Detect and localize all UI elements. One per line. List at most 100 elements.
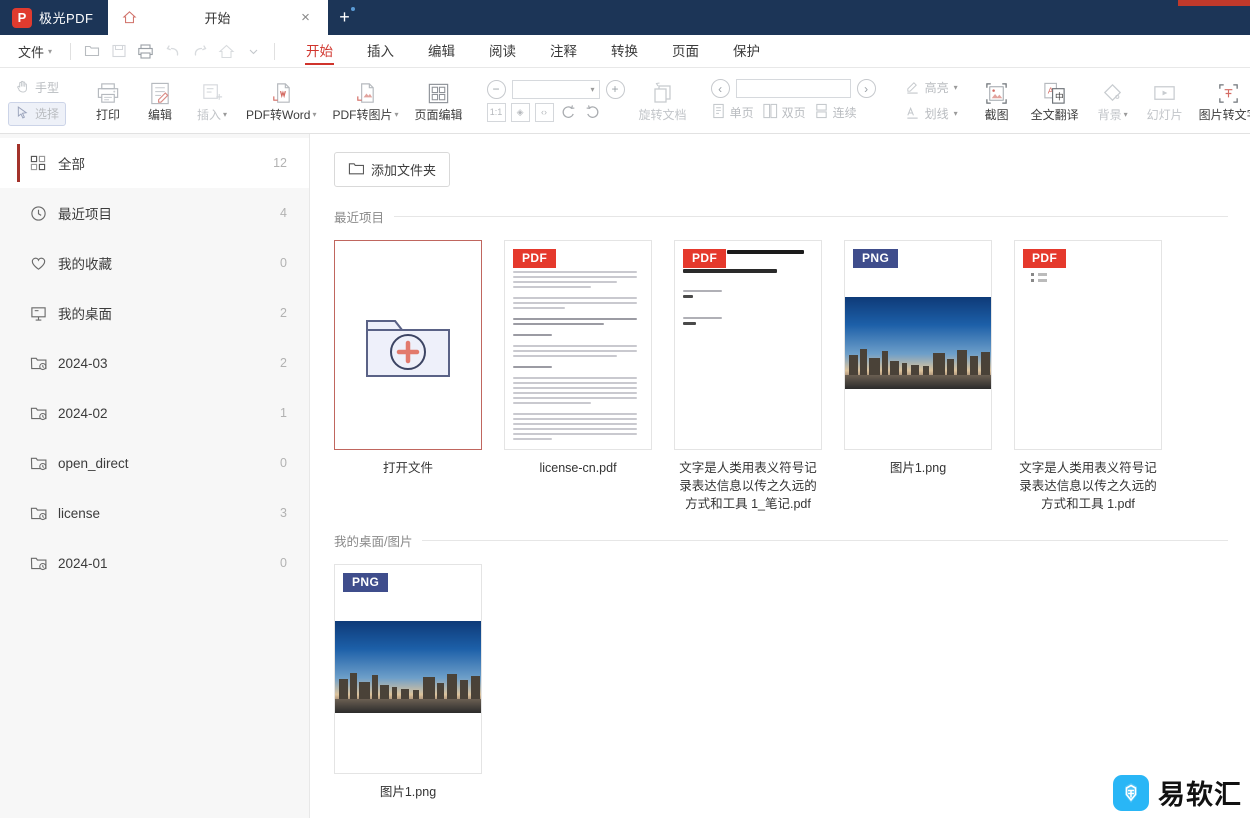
edit-button[interactable]: 编辑 (134, 76, 186, 125)
tab-编辑[interactable]: 编辑 (411, 35, 472, 68)
select-tool-button[interactable]: 选择 (8, 101, 67, 126)
sidebar-item-all[interactable]: 全部 12 (0, 138, 309, 188)
tab-页面[interactable]: 页面 (655, 35, 716, 68)
actual-size-button[interactable]: 1:1 (486, 102, 506, 122)
tab-注释[interactable]: 注释 (533, 35, 594, 68)
print-icon[interactable] (133, 39, 158, 64)
screenshot-button[interactable]: 截图 (971, 76, 1023, 125)
background-button[interactable]: 背景 ▾ (1087, 76, 1139, 125)
sidebar-item-open-direct[interactable]: open_direct 0 (0, 438, 309, 488)
tab-转换[interactable]: 转换 (594, 35, 655, 68)
rotate-document-icon (650, 80, 676, 106)
window-controls-accent (1178, 0, 1250, 6)
next-page-button[interactable]: › (856, 79, 876, 98)
slideshow-button[interactable]: 幻灯片 (1139, 76, 1191, 125)
svg-text:中: 中 (1055, 90, 1064, 101)
hand-tool-button[interactable]: 手型 (8, 76, 66, 100)
sidebar: 全部 12 最近项目 4 我的收藏 0 我的桌面 2 2024-03 2 202… (0, 134, 310, 818)
page-edit-button[interactable]: 页面编辑 (407, 76, 471, 125)
document-preview (513, 271, 643, 449)
image-preview (335, 621, 481, 714)
underline-tool-button[interactable]: 划线 ▾ (898, 102, 965, 126)
add-folder-button[interactable]: 添加文件夹 (334, 152, 451, 187)
card-license-cn-pdf[interactable]: PDF license-cn.pdf (504, 240, 652, 513)
zoom-input[interactable]: ▾ (511, 79, 600, 99)
grid-icon (30, 155, 58, 171)
card-image-png[interactable]: PNG 图片1.png (844, 240, 992, 513)
new-tab-button[interactable]: + (328, 0, 362, 35)
insert-button[interactable]: 插入 ▾ (186, 76, 238, 125)
file-type-badge: PNG (853, 249, 899, 268)
underline-label: 划线 (924, 107, 949, 121)
tab-插入[interactable]: 插入 (350, 35, 411, 68)
chevron-down-icon[interactable] (241, 39, 266, 64)
file-menu-button[interactable]: 文件 ▾ (0, 42, 66, 61)
sidebar-item-2024-02[interactable]: 2024-02 1 (0, 388, 309, 438)
sidebar-item-label: license (58, 505, 101, 521)
full-translate-button[interactable]: A中 全文翻译 (1023, 76, 1087, 125)
sidebar-item-count: 3 (280, 506, 287, 520)
card-open-file[interactable]: 打开文件 (334, 240, 482, 513)
highlight-tool-button[interactable]: 高亮 ▾ (898, 76, 965, 100)
sidebar-item-count: 0 (280, 256, 287, 270)
print-button[interactable]: 打印 (82, 76, 134, 125)
card-title: 文字是人类用表义符号记录表达信息以传之久远的方式和工具 1_笔记.pdf (679, 461, 817, 512)
rotate-right-icon[interactable] (583, 103, 602, 122)
sidebar-item-favorites[interactable]: 我的收藏 0 (0, 238, 309, 288)
tab-开始[interactable]: 开始 (289, 35, 350, 68)
card-thumbnail: PDF (504, 240, 652, 450)
double-page-mode-button[interactable]: 双页 (762, 103, 806, 122)
app-logo: P (12, 7, 32, 28)
tab-阅读[interactable]: 阅读 (472, 35, 533, 68)
prev-page-button[interactable]: ‹ (710, 79, 730, 98)
rotate-document-button[interactable]: 旋转文档 (631, 68, 695, 133)
slideshow-label: 幻灯片 (1146, 108, 1183, 122)
card-thumbnail (334, 240, 482, 450)
fit-page-button[interactable]: ◈ (510, 102, 530, 122)
ribbon-toolbar: 手型 选择 打印 编辑 插入 ▾ PDF转Word ▾ PDF转图片 ▾ 页面编… (0, 68, 1250, 134)
open-icon[interactable] (79, 39, 104, 64)
card-note-pdf[interactable]: PDF 文字是人类用表义符号记录表达信息以传之久远的方式和工具 1_笔记.pdf (674, 240, 822, 513)
continuous-mode-button[interactable]: 连续 (814, 103, 857, 122)
folder-icon (348, 161, 365, 179)
chevron-down-icon: ▾ (953, 109, 958, 118)
new-tab-dot (350, 7, 355, 11)
card-image-png-desktop[interactable]: PNG 图片1.png (334, 564, 482, 801)
watermark: 易软汇 (1113, 773, 1242, 812)
home-icon (118, 10, 142, 25)
watermark-text: 易软汇 (1158, 780, 1242, 810)
sidebar-item-count: 0 (280, 556, 287, 570)
card-row: 打开文件 PDF license-cn.pdf PDF 文字是人类用表义符号记录… (310, 226, 1250, 513)
sidebar-item-count: 2 (280, 306, 287, 320)
zoom-out-button[interactable]: − (486, 79, 506, 99)
home-icon[interactable] (214, 39, 239, 64)
sidebar-item-recent[interactable]: 最近项目 4 (0, 188, 309, 238)
heart-icon (30, 255, 58, 272)
page-number-input[interactable] (735, 79, 851, 98)
save-icon[interactable] (106, 39, 131, 64)
card-blank-pdf[interactable]: PDF 文字是人类用表义符号记录表达信息以传之久远的方式和工具 1.pdf (1014, 240, 1162, 513)
sidebar-item-license[interactable]: license 3 (0, 488, 309, 538)
sidebar-item-desktop[interactable]: 我的桌面 2 (0, 288, 309, 338)
redo-icon[interactable] (187, 39, 212, 64)
fit-width-button[interactable]: ‹› (534, 102, 554, 122)
page-navigation-group: ‹ › 单页 双页 连续 (705, 68, 882, 133)
cursor-icon (15, 105, 30, 123)
pdf-to-word-button[interactable]: PDF转Word ▾ (238, 76, 324, 125)
add-folder-label: 添加文件夹 (371, 163, 437, 178)
background-icon (1100, 80, 1125, 106)
undo-icon[interactable] (160, 39, 185, 64)
sidebar-item-2024-01[interactable]: 2024-01 0 (0, 538, 309, 588)
rotate-left-icon[interactable] (559, 103, 578, 122)
single-page-mode-button[interactable]: 单页 (711, 103, 754, 122)
tab-保护[interactable]: 保护 (716, 35, 777, 68)
card-thumbnail: PDF (674, 240, 822, 450)
zoom-in-button[interactable]: + (605, 79, 625, 99)
close-icon[interactable]: × (294, 9, 318, 26)
right-tools-group: 截图 A中 全文翻译 背景▾ 幻灯片 图片转文字 (971, 68, 1250, 133)
print-label: 打印 (96, 108, 121, 122)
tab-start[interactable]: 开始 × (107, 0, 328, 35)
image-to-text-button[interactable]: 图片转文字 (1191, 76, 1250, 125)
sidebar-item-2024-03[interactable]: 2024-03 2 (0, 338, 309, 388)
pdf-to-image-button[interactable]: PDF转图片 ▾ (325, 76, 407, 125)
